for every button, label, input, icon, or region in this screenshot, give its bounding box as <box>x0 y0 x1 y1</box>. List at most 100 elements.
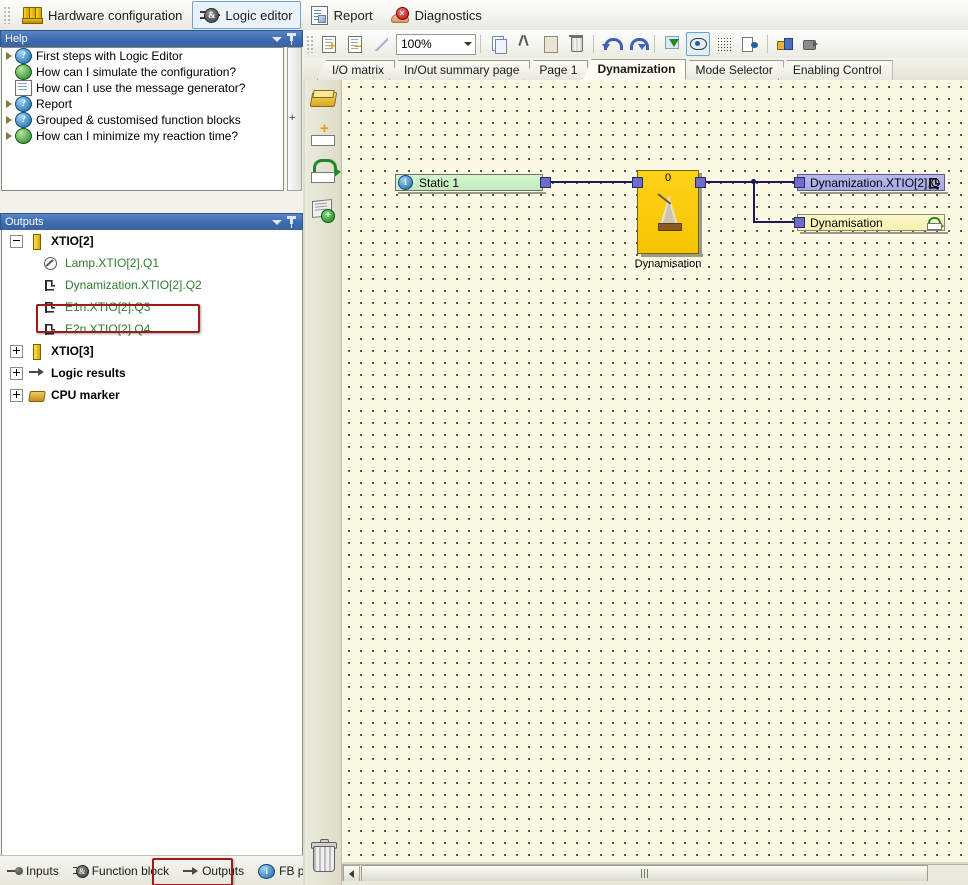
pin-icon[interactable] <box>286 215 300 229</box>
chevron-down-icon[interactable] <box>270 32 284 46</box>
output-block-1-input-port[interactable] <box>794 177 805 188</box>
editor-vertical-toolbar: + <box>305 80 342 885</box>
copy-button[interactable] <box>486 32 510 56</box>
expand-triangle-icon[interactable] <box>4 98 15 110</box>
help-item[interactable]: How can I minimize my reaction time? <box>2 128 283 144</box>
help-item-label: Report <box>36 97 73 111</box>
scrollbar-thumb[interactable] <box>361 865 928 882</box>
help-item[interactable]: Report <box>2 96 283 112</box>
left-arrow-icon[interactable] <box>343 865 360 882</box>
jump-tool[interactable] <box>309 158 341 186</box>
expand-toggle-icon[interactable] <box>10 388 23 402</box>
cut-button[interactable] <box>512 32 536 56</box>
tab-mode-selector[interactable]: Mode Selector <box>680 60 784 80</box>
tab-inout-summary-page[interactable]: In/Out summary page <box>389 60 531 80</box>
toolbar-grip[interactable] <box>3 6 10 24</box>
static-input-block[interactable]: i Static 1 <box>395 174 543 191</box>
module-tab-diagnostics[interactable]: Diagnostics <box>383 1 490 29</box>
edit-page-button[interactable] <box>369 32 393 56</box>
chevron-down-icon[interactable] <box>270 215 284 229</box>
tree-node-dynamization-q2[interactable]: Dynamization.XTIO[2].Q2 <box>2 274 302 296</box>
redo-button[interactable] <box>625 32 649 56</box>
output-block-dynamization-q[interactable]: Dynamization.XTIO[2].Q <box>797 174 945 191</box>
expand-toggle-icon[interactable] <box>10 366 23 380</box>
add-page-tool[interactable] <box>309 196 337 224</box>
toolbar-grip[interactable] <box>306 35 313 53</box>
tab-enabling-control[interactable]: Enabling Control <box>777 60 893 80</box>
signal-icon <box>42 299 59 316</box>
preview-list-button[interactable] <box>738 32 762 56</box>
tree-node-cpu-marker[interactable]: CPU marker <box>2 384 302 406</box>
help-item[interactable]: How can I simulate the configuration? <box>2 64 283 80</box>
chevron-down-icon[interactable] <box>464 41 472 46</box>
toolbar-separator <box>593 35 594 53</box>
help-question-icon <box>15 112 32 128</box>
tab-inputs[interactable]: Inputs <box>0 860 66 882</box>
help-item-label: First steps with Logic Editor <box>36 49 183 63</box>
remove-page-button[interactable]: – <box>343 32 367 56</box>
trash-can-icon[interactable] <box>311 839 337 872</box>
function-block-output-port[interactable] <box>695 177 706 188</box>
expand-triangle-icon[interactable] <box>4 50 15 62</box>
tree-node-xtio2[interactable]: XTIO[2] <box>2 230 302 252</box>
help-item[interactable]: How can I use the message generator? <box>2 80 283 96</box>
help-items-list[interactable]: First steps with Logic Editor How can I … <box>1 47 284 191</box>
output-block-2-input-port[interactable] <box>794 217 805 228</box>
pin-icon[interactable] <box>286 32 300 46</box>
page-tab-bar: I/O matrix In/Out summary page Page 1 Dy… <box>303 58 968 80</box>
module-icon <box>28 233 45 250</box>
module-tab-report[interactable]: Report <box>303 1 381 29</box>
zoom-level-value: 100% <box>401 37 432 51</box>
tab-page-1[interactable]: Page 1 <box>524 60 589 80</box>
tree-node-label: E1n.XTIO[2].Q3 <box>65 300 151 314</box>
collapse-toggle-icon[interactable] <box>10 234 23 248</box>
tree-node-xtio3[interactable]: XTIO[3] <box>2 340 302 362</box>
expand-toggle-icon[interactable] <box>10 344 23 358</box>
tree-node-e2n-q4[interactable]: E2n.XTIO[2].Q4 <box>2 318 302 340</box>
outputs-tree[interactable]: XTIO[2] Lamp.XTIO[2].Q1 Dynamization.XTI… <box>1 230 303 884</box>
globe-icon <box>15 64 32 80</box>
download-button[interactable] <box>660 32 684 56</box>
help-item[interactable]: First steps with Logic Editor <box>2 48 283 64</box>
delete-button[interactable] <box>564 32 588 56</box>
add-page-button[interactable]: + <box>317 32 341 56</box>
expand-triangle-icon[interactable] <box>4 114 15 126</box>
add-label-tool[interactable]: + <box>309 121 337 150</box>
tab-function-block[interactable]: & Function block <box>66 860 176 882</box>
tree-node-logic-results[interactable]: Logic results <box>2 362 302 384</box>
output-block-label: Dynamization.XTIO[2].Q <box>810 175 941 190</box>
module-tab-hardware-configuration[interactable]: Hardware configuration <box>14 1 190 29</box>
help-item[interactable]: Grouped & customised function blocks <box>2 112 283 128</box>
help-panel-splitter[interactable]: + <box>284 47 302 191</box>
tree-node-e1n-q3[interactable]: E1n.XTIO[2].Q3 <box>2 296 302 318</box>
tab-label: Enabling Control <box>792 63 882 77</box>
undo-button[interactable] <box>599 32 623 56</box>
globe-icon <box>15 128 32 144</box>
function-block-value: 0 <box>664 172 672 184</box>
zoom-level-select[interactable]: 100% <box>396 33 476 55</box>
tab-outputs[interactable]: Outputs <box>176 860 251 882</box>
dynamisation-function-block[interactable]: 0 <box>637 170 699 254</box>
camera-button[interactable] <box>799 32 823 56</box>
tab-dynamization[interactable]: Dynamization <box>582 59 687 80</box>
tab-label: I/O matrix <box>332 63 385 77</box>
group-box-tool[interactable] <box>309 86 337 114</box>
function-block-input-port[interactable] <box>632 177 643 188</box>
help-item-label: Grouped & customised function blocks <box>36 113 241 127</box>
output-block-dynamisation-jump[interactable]: Dynamisation <box>797 214 945 231</box>
show-values-button[interactable] <box>686 32 710 56</box>
paste-button[interactable] <box>538 32 562 56</box>
tree-node-label: XTIO[2] <box>51 234 94 248</box>
logic-diagram-canvas[interactable]: i Static 1 0 Dynamisation Dynamization.X… <box>342 80 968 862</box>
metronome-icon <box>656 191 682 231</box>
function-blocks-button[interactable] <box>773 32 797 56</box>
tab-io-matrix[interactable]: I/O matrix <box>317 60 396 80</box>
block-shadow <box>800 192 948 194</box>
wire-static-to-fb <box>548 181 643 183</box>
expand-triangle-icon[interactable] <box>4 130 15 142</box>
tree-node-lamp-q1[interactable]: Lamp.XTIO[2].Q1 <box>2 252 302 274</box>
static-block-output-port[interactable] <box>540 177 551 188</box>
toggle-grid-button[interactable] <box>712 32 736 56</box>
module-tab-logic-editor[interactable]: & Logic editor <box>192 1 301 29</box>
expand-handle[interactable]: + <box>289 113 295 124</box>
